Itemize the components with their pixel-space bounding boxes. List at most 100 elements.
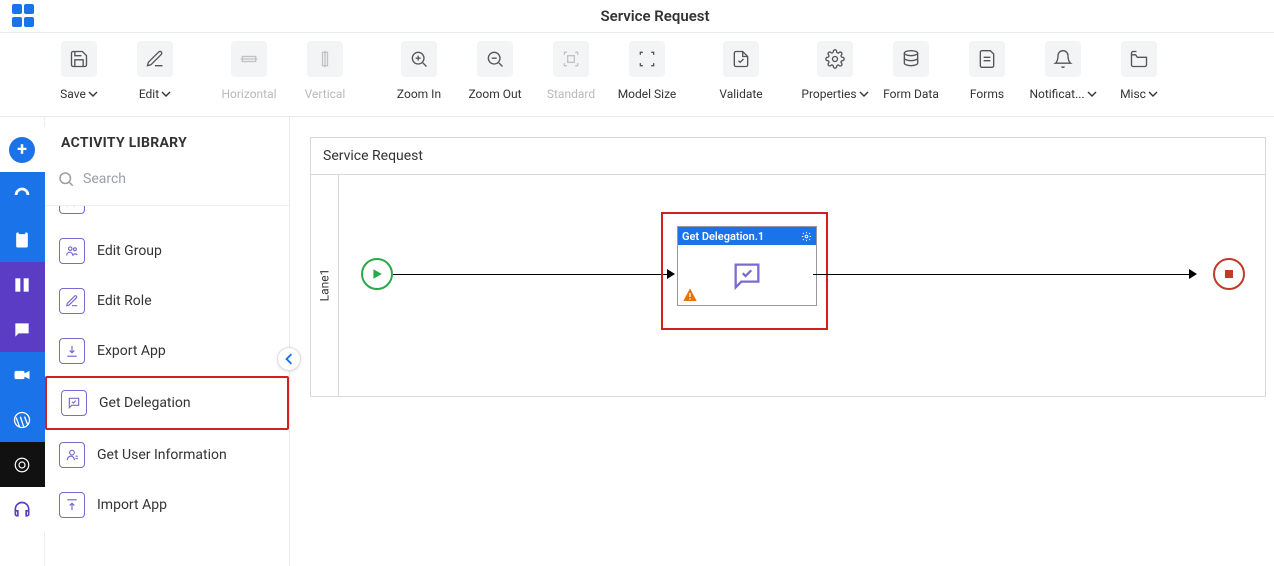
model-size-button[interactable]: Model Size (612, 41, 682, 101)
task-title: Get Delegation.1 (682, 230, 764, 243)
search-icon (57, 170, 75, 188)
delegation-icon (727, 259, 767, 293)
database-icon (893, 41, 929, 77)
page-title: Service Request (36, 7, 1274, 25)
zoom-in-button[interactable]: Zoom In (384, 41, 454, 101)
zoom-in-icon (401, 41, 437, 77)
user-info-icon (59, 442, 85, 468)
zoom-standard-icon (553, 41, 589, 77)
library-item-label: Create Role (97, 206, 169, 209)
save-icon (61, 41, 97, 77)
rail-wordpress-button[interactable] (0, 397, 45, 442)
misc-label: Misc (1120, 87, 1146, 101)
library-item-get-user-information[interactable]: Get User Information (45, 430, 289, 480)
forms-icon (969, 41, 1005, 77)
library-item-import-app[interactable]: Import App (45, 480, 289, 530)
library-item-label: Get Delegation (99, 395, 191, 411)
edit-role-icon (59, 288, 85, 314)
edit-button[interactable]: Edit (120, 41, 190, 101)
library-item-label: Get User Information (97, 447, 227, 463)
notifications-button[interactable]: Notificat... (1028, 41, 1098, 101)
align-horizontal-button: Horizontal (214, 41, 284, 101)
library-item-label: Export App (97, 343, 166, 359)
validate-label: Validate (719, 87, 762, 101)
delegation-icon (61, 390, 87, 416)
columns-icon (12, 275, 32, 295)
workflow-canvas[interactable]: Service Request Lane1 Get Delegation.1 (310, 137, 1266, 397)
notifications-label: Notificat... (1029, 87, 1084, 101)
lane-label: Lane1 (318, 269, 332, 302)
plus-icon: + (9, 137, 35, 163)
task-node-get-delegation[interactable]: Get Delegation.1 (677, 226, 817, 306)
start-node[interactable] (361, 258, 393, 290)
lane-divider (311, 174, 1265, 175)
import-icon (59, 492, 85, 518)
stop-icon (1225, 270, 1233, 278)
arrowhead-icon (1189, 269, 1197, 279)
zoom-in-label: Zoom In (397, 87, 441, 101)
clipboard-icon (12, 230, 32, 250)
toolbar: Save Edit Horizontal Vertical (0, 33, 1274, 117)
zoom-standard-button: Standard (536, 41, 606, 101)
rail-add-button[interactable]: + (0, 127, 45, 172)
save-label: Save (60, 87, 86, 101)
library-item-export-app[interactable]: Export App (45, 326, 289, 376)
chevron-down-icon (88, 89, 98, 99)
library-item-get-delegation[interactable]: Get Delegation (45, 376, 289, 430)
chat-icon (12, 320, 32, 340)
form-data-label: Form Data (883, 87, 939, 101)
misc-button[interactable]: Misc (1104, 41, 1174, 101)
library-title: ACTIVITY LIBRARY (45, 117, 289, 161)
chevron-down-icon (1087, 89, 1097, 99)
lane-header[interactable]: Lane1 (311, 174, 339, 396)
activity-library-panel: ACTIVITY LIBRARY Create Role Edit Group (45, 117, 290, 566)
validate-button[interactable]: Validate (706, 41, 776, 101)
play-icon (371, 268, 383, 280)
rail-video-button[interactable] (0, 352, 45, 397)
library-item-create-role[interactable]: Create Role (45, 206, 289, 226)
forms-button[interactable]: Forms (952, 41, 1022, 101)
rail-headset-button[interactable] (0, 487, 45, 532)
chevron-down-icon (859, 89, 869, 99)
properties-label: Properties (801, 87, 856, 101)
edge[interactable] (813, 274, 1193, 275)
wordpress-icon (12, 410, 32, 430)
canvas-area[interactable]: Service Request Lane1 Get Delegation.1 (290, 117, 1274, 566)
edge[interactable] (393, 274, 667, 275)
library-list[interactable]: Create Role Edit Group Edit Role Export … (45, 206, 289, 566)
headset-icon (12, 500, 32, 520)
chevron-down-icon (161, 89, 171, 99)
align-horizontal-label: Horizontal (221, 87, 276, 101)
rail-chat-button[interactable] (0, 307, 45, 352)
zoom-out-button[interactable]: Zoom Out (460, 41, 530, 101)
target-icon (13, 456, 31, 474)
edit-label: Edit (139, 87, 159, 101)
zoom-out-icon (477, 41, 513, 77)
library-search-input[interactable] (83, 171, 277, 187)
zoom-standard-label: Standard (547, 87, 595, 101)
task-selection-outline: Get Delegation.1 (661, 212, 828, 330)
library-item-edit-role[interactable]: Edit Role (45, 276, 289, 326)
apps-grid-icon[interactable] (12, 4, 36, 28)
gear-icon (817, 41, 853, 77)
library-item-label: Import App (97, 497, 167, 513)
save-button[interactable]: Save (44, 41, 114, 101)
gear-icon[interactable] (801, 231, 812, 242)
bell-icon (1045, 41, 1081, 77)
align-vertical-icon (307, 41, 343, 77)
collapse-panel-button[interactable] (277, 347, 301, 371)
icon-rail: + (0, 117, 45, 566)
rail-dashboard-button[interactable] (0, 172, 45, 217)
form-data-button[interactable]: Form Data (876, 41, 946, 101)
rail-target-button[interactable] (0, 442, 45, 487)
library-item-label: Edit Group (97, 243, 162, 259)
model-size-label: Model Size (618, 87, 677, 101)
rail-clipboard-button[interactable] (0, 217, 45, 262)
folder-icon (1121, 41, 1157, 77)
rail-columns-button[interactable] (0, 262, 45, 307)
properties-button[interactable]: Properties (800, 41, 870, 101)
library-item-edit-group[interactable]: Edit Group (45, 226, 289, 276)
role-icon (59, 206, 85, 214)
end-node[interactable] (1213, 258, 1245, 290)
align-vertical-button: Vertical (290, 41, 360, 101)
